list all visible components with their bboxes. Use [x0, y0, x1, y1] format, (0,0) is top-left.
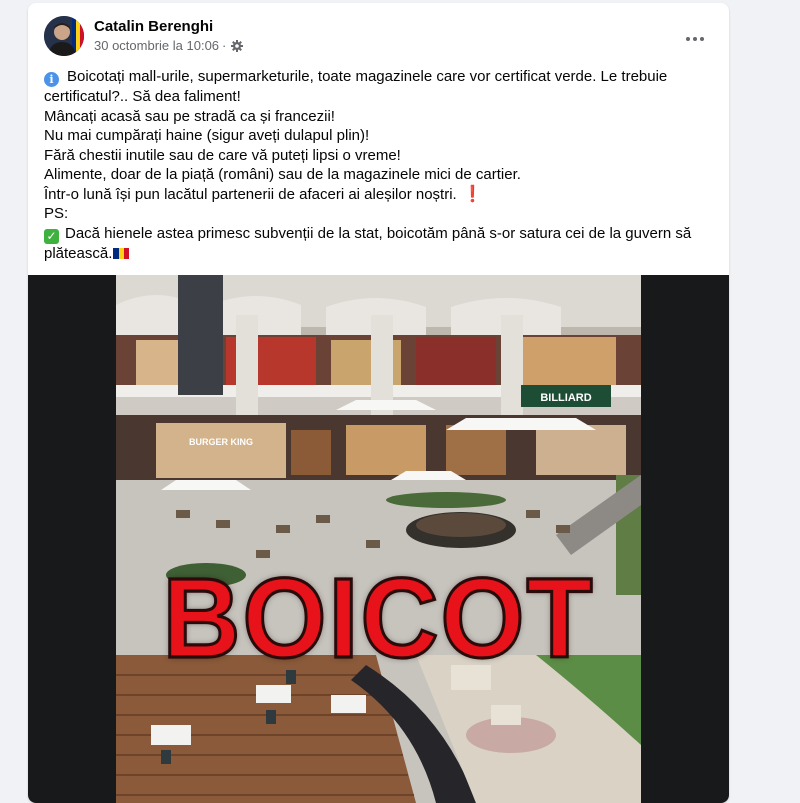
check-icon: ✓	[44, 228, 59, 244]
post-line-6: Alimente, doar de la piață (români) sau …	[44, 166, 521, 183]
post-header: Catalin Berenghi 30 octombrie la 10:06 ·	[28, 3, 729, 63]
post-meta: 30 octombrie la 10:06 ·	[94, 38, 244, 53]
post-card: Catalin Berenghi 30 octombrie la 10:06 ·	[28, 3, 729, 803]
author-name[interactable]: Catalin Berenghi	[94, 18, 213, 35]
post-line-5: Fără chestii inutile sau de care vă pute…	[44, 146, 401, 164]
exclamation-icon: ❗	[462, 185, 483, 203]
romania-flag-icon	[113, 247, 130, 259]
post-timestamp[interactable]: 30 octombrie la 10:06	[94, 38, 219, 53]
mall-interior-illustration: BILLIARD BURGER KING	[116, 275, 641, 803]
billiard-sign: BILLIARD	[540, 392, 591, 404]
gear-icon[interactable]	[231, 39, 244, 52]
post-line-10: plătească.	[44, 244, 712, 264]
author-avatar[interactable]	[44, 16, 84, 56]
post-line-2: certificatul?.. Să dea faliment!	[44, 88, 241, 105]
more-options-icon[interactable]	[677, 21, 713, 57]
post-line-text: plătească.	[44, 244, 113, 262]
avatar-image	[44, 16, 84, 56]
post-line-3: Mâncați acasă sau pe stradă ca și france…	[44, 107, 335, 125]
post-line-1: i Boicotați mall-urile, supermarketurile,…	[44, 67, 712, 87]
post-text: i Boicotați mall-urile, supermarketurile,…	[44, 67, 712, 263]
post-line-text: Boicotați mall-urile, supermarketurile, …	[67, 68, 668, 85]
burger-king-sign: BURGER KING	[189, 437, 253, 447]
meta-separator: ·	[222, 38, 227, 53]
boicot-overlay-text: BOICOT	[161, 552, 595, 682]
post-line-text: Dacă hienele astea primesc subvenții de …	[65, 224, 692, 242]
post-line-9: ✓ Dacă hienele astea primesc subvenții de…	[44, 224, 712, 244]
post-media[interactable]: BILLIARD BURGER KING BOICOT	[28, 275, 729, 803]
info-icon: i	[44, 72, 59, 87]
post-line-4: Nu mai cumpărați haine (sigur aveți dula…	[44, 127, 370, 144]
post-line-8: PS:	[44, 205, 69, 222]
post-line-text: Într-o lună își pun lacătul partenerii d…	[44, 185, 457, 203]
post-line-7: Într-o lună își pun lacătul partenerii d…	[44, 185, 712, 205]
mall-photo[interactable]: BILLIARD BURGER KING BOICOT	[116, 275, 641, 803]
